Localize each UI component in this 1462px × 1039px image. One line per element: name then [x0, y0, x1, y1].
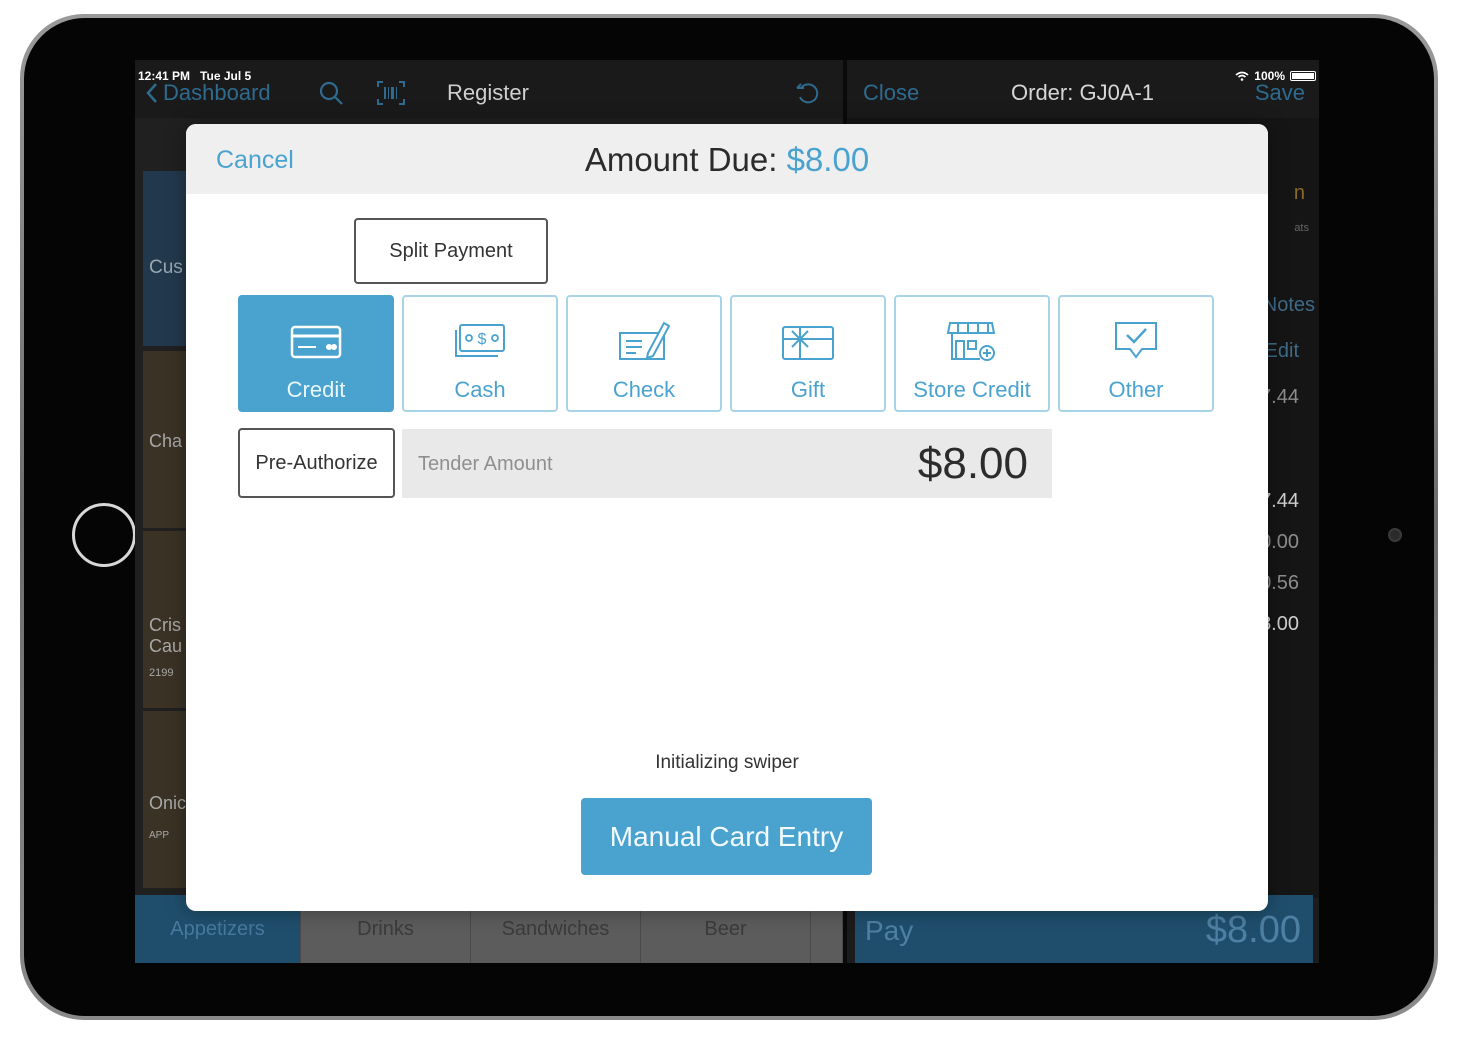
swiper-status: Initializing swiper — [655, 752, 799, 773]
tender-label: Credit — [286, 377, 346, 402]
payment-modal: Cancel Amount Due: $8.00 Split Payment C… — [186, 124, 1268, 911]
cash-icon: $ — [455, 324, 505, 357]
product-tile-label: Cris Cau — [149, 615, 183, 656]
product-tile-label: Onic — [149, 793, 187, 813]
amount-due-label: Amount Due: — [584, 141, 787, 178]
tender-cash-button[interactable]: $ Cash — [402, 295, 558, 412]
battery-percent: 100% — [1254, 69, 1285, 83]
amount-due-value: $8.00 — [786, 141, 870, 178]
tender-amount-label: Tender Amount — [418, 453, 553, 475]
tender-label: Store Credit — [913, 377, 1031, 402]
gift-card-icon — [782, 326, 834, 360]
other-tender-icon — [1115, 322, 1157, 359]
store-credit-icon — [946, 322, 996, 361]
credit-card-icon — [290, 325, 342, 359]
tender-gift-button[interactable]: Gift — [730, 295, 886, 412]
camera-icon — [1388, 528, 1402, 542]
dropdown-label: n — [1293, 182, 1305, 204]
tender-label: Gift — [790, 377, 826, 402]
status-bar: 12:41 PM Tue Jul 5 100% — [135, 60, 1319, 86]
status-clock: 12:41 PM — [138, 69, 191, 83]
tender-label: Check — [612, 377, 676, 402]
tender-amount-field[interactable]: Tender Amount $8.00 — [402, 429, 1052, 498]
tender-check-button[interactable]: Check — [566, 295, 722, 412]
product-tile-label: Cha — [149, 431, 183, 451]
tender-amount-value: $8.00 — [917, 439, 1028, 488]
hint-label: ats — [1294, 222, 1309, 234]
tender-credit-button[interactable]: Credit — [238, 295, 394, 412]
check-icon — [619, 321, 671, 360]
pay-amount: $8.00 — [1205, 909, 1301, 951]
status-right: 100% — [1235, 69, 1316, 83]
status-time: 12:41 PM Tue Jul 5 — [138, 69, 251, 83]
svg-text:$: $ — [478, 331, 487, 348]
wifi-icon — [1235, 71, 1249, 81]
tender-label: Other — [1108, 377, 1164, 402]
pre-authorize-button[interactable]: Pre-Authorize — [238, 428, 395, 498]
split-payment-button[interactable]: Split Payment — [354, 218, 548, 284]
pay-label: Pay — [865, 915, 914, 946]
home-button[interactable] — [72, 503, 136, 567]
edit-link[interactable]: Edit — [1265, 340, 1299, 363]
modal-title: Amount Due: $8.00 — [186, 141, 1268, 179]
tender-type-row: Credit $ Cash Check Gift Store Credit Ot… — [238, 295, 1214, 412]
manual-card-entry-button[interactable]: Manual Card Entry — [581, 798, 872, 875]
tender-store-credit-button[interactable]: Store Credit — [894, 295, 1050, 412]
battery-icon — [1290, 71, 1316, 81]
customer-label: Cus — [149, 257, 183, 278]
notes-link[interactable]: Notes — [1263, 294, 1315, 317]
tender-label: Cash — [454, 377, 506, 402]
tender-other-button[interactable]: Other — [1058, 295, 1214, 412]
status-date: Tue Jul 5 — [200, 69, 252, 83]
modal-header: Cancel Amount Due: $8.00 — [186, 124, 1268, 194]
